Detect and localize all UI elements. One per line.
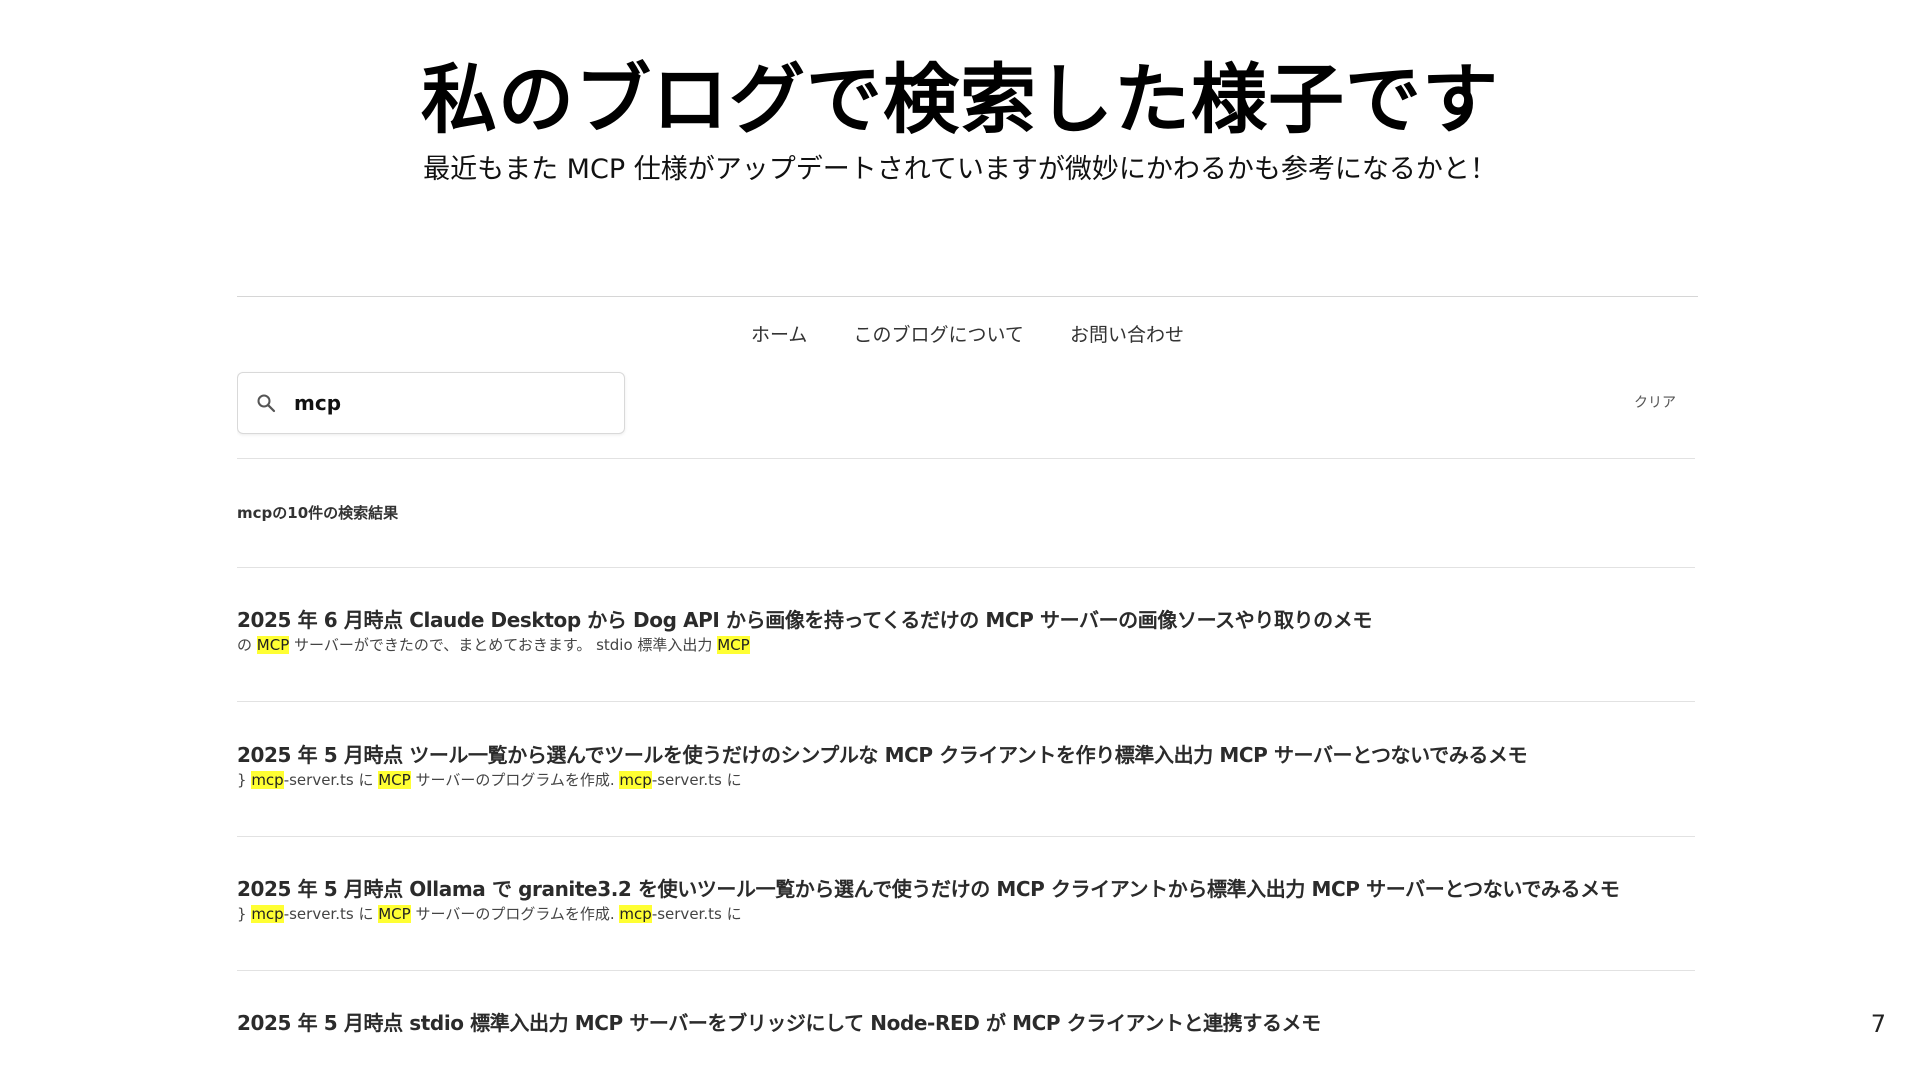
divider	[237, 567, 1695, 568]
result-title-link[interactable]: 2025 年 5 月時点 stdio 標準入出力 MCP サーバーをブリッジにし…	[237, 1009, 1698, 1037]
slide: 私のブログで検索した様子です 最近もまた MCP 仕様がアップデートされています…	[0, 0, 1920, 1080]
page-number: 7	[1870, 1010, 1886, 1038]
result-snippet: の MCP サーバーができたので、まとめておきます。 stdio 標準入出力 M…	[237, 634, 1698, 656]
header-divider	[237, 296, 1698, 297]
nav-about-link[interactable]: このブログについて	[853, 320, 1023, 350]
search-term-highlight: MCP	[378, 771, 411, 789]
search-term-highlight: MCP	[717, 636, 750, 654]
search-term-highlight: mcp	[251, 905, 284, 923]
search-input[interactable]	[294, 385, 594, 421]
result-snippet: } mcp-server.ts に MCP サーバーのプログラムを作成. mcp…	[237, 769, 1698, 791]
search-term-highlight: MCP	[256, 636, 290, 654]
snippet-text: サーバーのプログラムを作成.	[410, 771, 620, 789]
divider	[237, 458, 1695, 459]
search-term-highlight: mcp	[619, 771, 652, 789]
clear-button[interactable]: クリア	[1630, 390, 1680, 414]
nav-contact-link[interactable]: お問い合わせ	[1070, 320, 1184, 350]
divider	[237, 970, 1695, 971]
search-term-highlight: mcp	[619, 905, 652, 923]
result-title-link[interactable]: 2025 年 5 月時点 Ollama で granite3.2 を使いツール一…	[237, 875, 1698, 903]
search-result: 2025 年 5 月時点 stdio 標準入出力 MCP サーバーをブリッジにし…	[237, 1009, 1698, 1037]
search-term-highlight: mcp	[251, 771, 284, 789]
snippet-text: }	[237, 771, 252, 789]
snippet-text: -server.ts に	[651, 905, 742, 923]
snippet-text: の	[237, 636, 257, 654]
snippet-text: }	[237, 905, 252, 923]
divider	[237, 836, 1695, 837]
snippet-text: -server.ts に	[283, 771, 379, 789]
result-title-link[interactable]: 2025 年 5 月時点 ツール一覧から選んでツールを使うだけのシンプルな MC…	[237, 741, 1698, 769]
slide-subtitle: 最近もまた MCP 仕様がアップデートされていますが微妙にかわるかも参考になるか…	[423, 154, 1497, 185]
snippet-text: -server.ts に	[283, 905, 379, 923]
result-count: mcpの10件の検索結果	[237, 504, 399, 522]
result-title-link[interactable]: 2025 年 6 月時点 Claude Desktop から Dog API か…	[237, 606, 1698, 634]
search-result: 2025 年 5 月時点 ツール一覧から選んでツールを使うだけのシンプルな MC…	[237, 741, 1698, 791]
search-icon	[257, 394, 276, 413]
slide-title: 私のブログで検索した様子です	[421, 55, 1499, 144]
snippet-text: -server.ts に	[651, 771, 742, 789]
search-bar: クリア	[237, 372, 1698, 436]
divider	[237, 701, 1695, 702]
nav-home-link[interactable]: ホーム	[751, 320, 807, 350]
search-result: 2025 年 5 月時点 Ollama で granite3.2 を使いツール一…	[237, 875, 1698, 925]
search-box[interactable]	[237, 372, 625, 434]
result-snippet: } mcp-server.ts に MCP サーバーのプログラムを作成. mcp…	[237, 903, 1698, 925]
search-term-highlight: MCP	[378, 905, 411, 923]
snippet-text: サーバーのプログラムを作成.	[410, 905, 620, 923]
search-result: 2025 年 6 月時点 Claude Desktop から Dog API か…	[237, 606, 1698, 656]
blog-nav: ホーム このブログについて お問い合わせ	[237, 320, 1698, 350]
snippet-text: サーバーができたので、まとめておきます。 stdio 標準入出力	[289, 636, 718, 654]
blog-search-screenshot: ホーム このブログについて お問い合わせ クリア mcpの10件の検索結果 20…	[237, 296, 1698, 1080]
